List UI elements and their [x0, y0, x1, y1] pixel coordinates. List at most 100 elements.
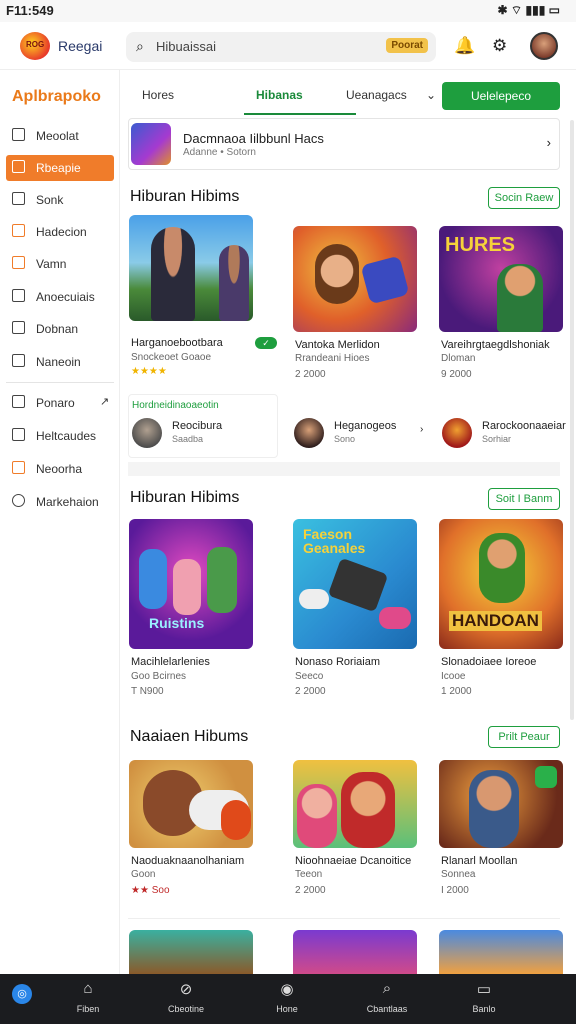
list-item[interactable]: Heganogeos Sono ›: [290, 416, 440, 450]
sidebar-brand: Aplbrapoko: [12, 88, 101, 105]
game-icon: ⊘: [179, 981, 193, 998]
settings-icon[interactable]: ⚙: [492, 36, 507, 56]
game-title: Slonadoiaee Ioreoe: [441, 656, 537, 668]
sidebar-item-2[interactable]: Sonk: [6, 187, 114, 213]
list-item[interactable]: Rarockoonaaeiar Sorhiar: [438, 416, 576, 450]
list-item-title: Heganogeos: [334, 420, 397, 432]
chevron-right-icon[interactable]: ›: [547, 135, 551, 150]
sidebar-divider: [6, 382, 114, 383]
divider: [128, 918, 560, 919]
sidebar-item-1[interactable]: Rbeapie: [6, 155, 114, 181]
nav-item-games[interactable]: ⊘ Cbeotine: [156, 980, 216, 1014]
featured-subtitle: Adanne • Sotorn: [183, 147, 256, 158]
tag-icon: [12, 395, 25, 408]
see-all-button[interactable]: Prilt Peaur: [488, 726, 560, 748]
game-thumbnail: HANDOAN: [439, 519, 563, 649]
game-card[interactable]: Naoduaknaanolhaniam Goon ★★ Soo: [129, 760, 253, 896]
game-card[interactable]: Faeson Geanales Nonaso Roriaiam Seeco 2 …: [293, 519, 417, 697]
tab-ueanagacs[interactable]: Ueanagacs: [346, 88, 407, 102]
sidebar-item-label: Ponaro: [36, 396, 75, 410]
chevron-right-icon[interactable]: ›: [420, 424, 423, 435]
sidebar-item-label: Naneoin: [36, 355, 81, 369]
status-icons: ✱ ⌔ ▮▮▮ ▭: [497, 3, 561, 17]
nav-item-hone[interactable]: ◉ Hone: [257, 980, 317, 1014]
chevron-down-icon[interactable]: ⌄: [426, 88, 436, 102]
square-icon: [12, 128, 25, 141]
game-thumbnail: [439, 760, 563, 848]
tab-underline: [244, 113, 356, 115]
sidebar-item-label: Hadecion: [36, 225, 87, 239]
game-subtitle: Sonnea: [441, 869, 476, 880]
verified-badge: ✓: [255, 337, 277, 349]
bottom-nav: ◎ ⌂ Fiben ⊘ Cbeotine ◉ Hone ⌕ Cbantlaas …: [0, 974, 576, 1024]
sidebar-item-label: Heltcaudes: [36, 429, 97, 443]
game-card[interactable]: HURES Vareihrgtaegdlshoniak Dloman 9 200…: [439, 226, 563, 380]
featured-title: Dacmnaoa Iilbbunl Hacs: [183, 131, 324, 146]
sidebar-item-label: Neoorha: [36, 462, 83, 476]
sidebar-item-3[interactable]: Hadecion: [6, 219, 114, 245]
search-input[interactable]: Hibuaissai: [156, 39, 216, 54]
search-icon: ⌕: [136, 38, 144, 54]
assistant-icon[interactable]: ◎: [12, 984, 32, 1004]
tablet-icon: ▭: [476, 981, 492, 998]
search-badge[interactable]: Poorat: [386, 38, 428, 53]
game-title: Macihlelarlenies: [131, 656, 210, 668]
nav-item-home[interactable]: ⌂ Fiben: [58, 980, 118, 1014]
sidebar-item-7[interactable]: Naneoin: [6, 349, 114, 375]
game-card[interactable]: Harganoebootbara Snockeoet Goaoe ★★★★ ✓: [129, 215, 277, 377]
game-title: Naoduaknaanolhaniam: [131, 855, 245, 867]
search-icon: ⌕: [382, 980, 392, 997]
see-all-button[interactable]: Socin Raew: [488, 187, 560, 209]
sidebar-item-label: Meoolat: [36, 129, 79, 143]
sidebar-item-5[interactable]: Anoecuiais: [6, 284, 114, 310]
sidebar-item-4[interactable]: Vamn: [6, 251, 114, 277]
sidebar-item-0[interactable]: Meoolat: [6, 123, 114, 149]
game-title: Harganoebootbara: [131, 337, 223, 349]
top-bar: ROG Reegai ⌕ Hibuaissai Poorat 🔔 ⚙: [0, 22, 576, 70]
check-icon: [12, 256, 25, 269]
game-card[interactable]: [439, 930, 563, 974]
game-art-title: HANDOAN: [449, 611, 542, 631]
sidebar-item-8[interactable]: Ponaro ↗: [6, 390, 114, 416]
game-card[interactable]: HANDOAN Slonadoiaee Ioreoe Icooe 1 2000: [439, 519, 563, 697]
game-subtitle: Snockeoet Goaoe: [131, 352, 212, 363]
featured-item[interactable]: Dacmnaoa Iilbbunl Hacs Adanne • Sotorn ›: [128, 118, 560, 170]
sidebar-item-label: Anoecuiais: [36, 290, 95, 304]
game-card[interactable]: [129, 930, 253, 974]
avatar[interactable]: [530, 32, 558, 60]
sidebar-item-label: Markehaion: [36, 495, 99, 509]
game-card[interactable]: Ruistins Macihlelarlenies Goo Bcirnes T …: [129, 519, 253, 697]
primary-action-button[interactable]: Uelelepeco: [442, 82, 560, 110]
game-meta: 9 2000: [441, 369, 472, 380]
lock-icon: [12, 289, 25, 302]
sidebar-item-10[interactable]: Neoorha: [6, 456, 114, 482]
game-title: Vantoka Merlidon: [295, 339, 380, 351]
status-bar: F11:549 ✱ ⌔ ▮▮▮ ▭: [0, 0, 576, 22]
game-card[interactable]: Nioohnaeiae Dcanoitice Teeon 2 2000: [293, 760, 417, 896]
section-separator: [128, 462, 560, 476]
game-thumbnail: Faeson Geanales: [293, 519, 417, 649]
tab-hores[interactable]: Hores: [142, 88, 174, 102]
sidebar-item-9[interactable]: Heltcaudes: [6, 423, 114, 449]
game-card[interactable]: [293, 930, 417, 974]
sidebar-item-6[interactable]: Dobnan: [6, 316, 114, 342]
status-time: F11:549: [6, 3, 54, 18]
nav-item-search[interactable]: ⌕ Cbantlaas: [357, 980, 417, 1014]
search-bar[interactable]: ⌕ Hibuaissai Poorat: [126, 32, 436, 62]
game-card[interactable]: Rlanarl Moollan Sonnea I 2000: [439, 760, 563, 896]
nav-item-library[interactable]: ▭ Banlo: [454, 980, 514, 1014]
game-card[interactable]: Vantoka Merlidon Rrandeani Hioes 2 2000: [293, 226, 417, 380]
game-subtitle: Goon: [131, 869, 156, 880]
sidebar: Aplbrapoko Meoolat Rbeapie Sonk Hadecion…: [0, 70, 120, 974]
list-item-subtitle: Sono: [334, 434, 356, 444]
notification-icon[interactable]: 🔔: [454, 36, 475, 56]
see-all-button[interactable]: Soit I Banm: [488, 488, 560, 510]
tab-hibanas[interactable]: Hibanas: [256, 88, 303, 102]
list-item[interactable]: Reocibura Saadba: [128, 416, 278, 450]
expand-icon[interactable]: ↗: [100, 395, 109, 408]
sidebar-item-label: Vamn: [36, 257, 67, 271]
chat-icon: [12, 354, 25, 367]
sidebar-item-11[interactable]: Markehaion: [6, 489, 114, 515]
game-art-title: HURES: [445, 234, 516, 256]
app-logo[interactable]: ROG: [20, 32, 50, 60]
